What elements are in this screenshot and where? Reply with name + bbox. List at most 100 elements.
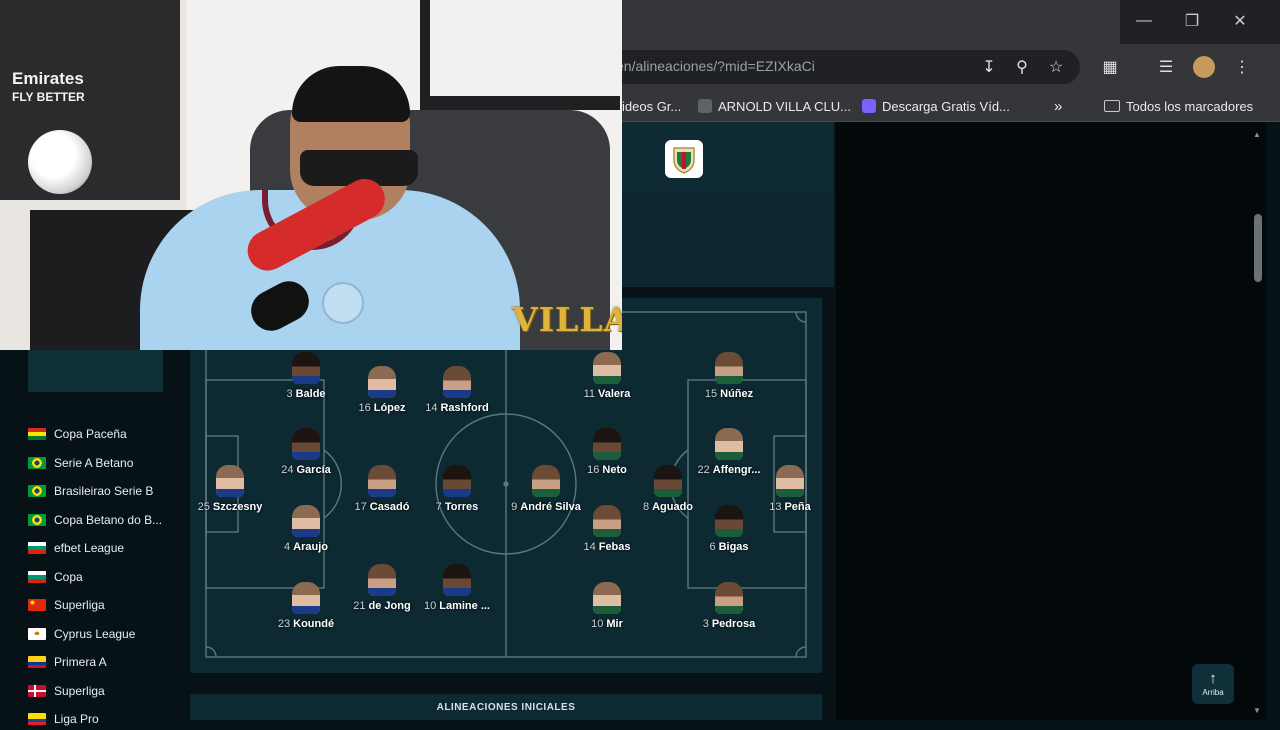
player-name: Núñez xyxy=(720,388,754,400)
player-name: Araujo xyxy=(293,541,328,553)
away-player[interactable]: 10 Mir xyxy=(547,582,667,632)
install-icon[interactable]: ↧ xyxy=(975,53,1003,81)
sidebar-league-item[interactable]: Brasileirao Serie B xyxy=(28,480,153,502)
sidebar-league-item[interactable]: Copa Betano do B... xyxy=(28,509,162,531)
player-label: 4 Araujo xyxy=(284,541,328,553)
home-player[interactable]: 10 Lamine ... xyxy=(397,564,517,614)
restore-button[interactable]: ❐ xyxy=(1168,0,1216,42)
player-photo xyxy=(715,428,743,460)
player-photo xyxy=(292,505,320,537)
league-label: Cyprus League xyxy=(54,627,136,641)
zoom-icon[interactable]: ⚲ xyxy=(1008,53,1036,81)
sidebar-league-item[interactable]: Superliga xyxy=(28,680,105,702)
scroll-up-icon[interactable]: ▲ xyxy=(1253,130,1261,139)
player-label: 15 Núñez xyxy=(705,388,753,400)
home-player[interactable]: 4 Araujo xyxy=(246,505,366,555)
crest-icon xyxy=(673,147,695,174)
player-photo xyxy=(593,505,621,537)
league-label: Copa xyxy=(54,570,83,584)
sidebar-league-item[interactable]: Primera A xyxy=(28,651,107,673)
player-name: Torres xyxy=(444,501,479,513)
scrollbar-thumb[interactable] xyxy=(1254,214,1262,282)
cyprus-flag-icon xyxy=(28,628,46,640)
player-number: 14 xyxy=(425,402,438,414)
wall-rack xyxy=(420,0,620,110)
home-player[interactable]: 23 Koundé xyxy=(246,582,366,632)
bulgaria-flag-icon xyxy=(28,571,46,583)
sidebar-league-item[interactable]: efbet League xyxy=(28,537,124,559)
player-number: 16 xyxy=(358,402,371,414)
arrow-up-icon: ↑ xyxy=(1209,669,1217,687)
bookmark-item[interactable]: ideos Gr... xyxy=(622,96,681,116)
team-crest[interactable] xyxy=(665,140,703,178)
folder-icon xyxy=(1104,100,1120,112)
bookmark-label: ARNOLD VILLA CLU... xyxy=(718,98,851,114)
sidebar-league-item[interactable]: Serie A Betano xyxy=(28,452,133,474)
league-label: Serie A Betano xyxy=(54,456,134,470)
star-icon[interactable]: ☆ xyxy=(1042,53,1070,81)
player-photo xyxy=(368,465,396,497)
away-player[interactable]: 11 Valera xyxy=(547,352,667,402)
away-player[interactable]: 15 Núñez xyxy=(669,352,789,402)
media-icon[interactable]: ☰ xyxy=(1152,53,1180,81)
bookmark-item[interactable]: Descarga Gratis Víd... xyxy=(862,96,1010,116)
profile-avatar[interactable] xyxy=(1190,53,1218,81)
bookmarks-overflow-button[interactable]: » xyxy=(1054,96,1062,116)
player-photo xyxy=(292,428,320,460)
sidebar-league-item[interactable]: Copa Paceña xyxy=(28,423,127,445)
player-photo xyxy=(443,564,471,596)
player-name: Febas xyxy=(598,541,631,553)
sidebar-league-item[interactable]: Superliga xyxy=(28,594,105,616)
sidebar-league-item[interactable]: Cyprus League xyxy=(28,623,135,645)
bookmark-label: Descarga Gratis Víd... xyxy=(882,98,1010,114)
player-number: 11 xyxy=(583,388,595,400)
minimize-button[interactable]: — xyxy=(1120,0,1168,42)
league-label: Copa Paceña xyxy=(54,427,127,441)
player-number: 7 xyxy=(435,501,442,513)
player-label: 3 Pedrosa xyxy=(703,618,756,630)
player-number: 3 xyxy=(286,388,293,400)
player-photo xyxy=(593,428,621,460)
player-name: Bigas xyxy=(718,541,749,553)
player-label: 10 Lamine ... xyxy=(424,600,490,612)
player-photo xyxy=(776,465,804,497)
away-player[interactable]: 14 Febas xyxy=(547,505,667,555)
scroll-down-icon[interactable]: ▼ xyxy=(1253,706,1261,715)
player-name: Koundé xyxy=(293,618,335,630)
away-player[interactable]: 3 Pedrosa xyxy=(669,582,789,632)
brazil-flag-icon xyxy=(28,485,46,497)
league-label: Superliga xyxy=(54,598,105,612)
streamer-hair xyxy=(292,66,410,122)
player-number: 9 xyxy=(511,501,518,513)
all-bookmarks-button[interactable]: Todos los marcadores xyxy=(1104,96,1253,116)
close-window-button[interactable]: ✕ xyxy=(1216,0,1264,42)
player-label: 3 Balde xyxy=(286,388,325,400)
player-label: 14 Rashford xyxy=(425,402,489,414)
home-player[interactable]: 14 Rashford xyxy=(397,366,517,416)
brazil-flag-icon xyxy=(28,514,46,526)
china-flag-icon xyxy=(28,599,46,611)
sidebar-league-item[interactable]: Copa xyxy=(28,566,83,588)
webcam-overlay: Emirates FLY BETTER VILLA xyxy=(0,0,622,350)
scroll-to-top-button[interactable]: ↑ Arriba xyxy=(1192,664,1234,704)
extensions-icon[interactable]: ▦ xyxy=(1096,53,1124,81)
league-label: Brasileirao Serie B xyxy=(54,484,154,498)
player-number: 15 xyxy=(704,388,718,400)
url-text[interactable]: en/alineaciones/?mid=EZIXkaCi xyxy=(616,58,815,74)
play-icon xyxy=(862,99,876,113)
league-label: Primera A xyxy=(54,655,107,669)
ecuador-flag-icon xyxy=(28,713,46,725)
chevron-double-right-icon: » xyxy=(1054,97,1063,115)
player-label: 23 Koundé xyxy=(278,618,334,630)
sidebar-search-box[interactable] xyxy=(28,350,163,392)
bookmark-item[interactable]: ARNOLD VILLA CLU... xyxy=(698,96,851,116)
active-tab[interactable] xyxy=(622,0,1120,44)
player-photo xyxy=(715,582,743,614)
scrollbar[interactable] xyxy=(1252,122,1266,720)
player-photo xyxy=(593,352,621,384)
league-label: efbet League xyxy=(54,541,125,555)
menu-icon[interactable]: ⋮ xyxy=(1228,53,1256,81)
sidebar-league-item[interactable]: Liga Pro xyxy=(28,708,99,730)
player-photo xyxy=(715,352,743,384)
away-player[interactable]: 6 Bigas xyxy=(669,505,789,555)
